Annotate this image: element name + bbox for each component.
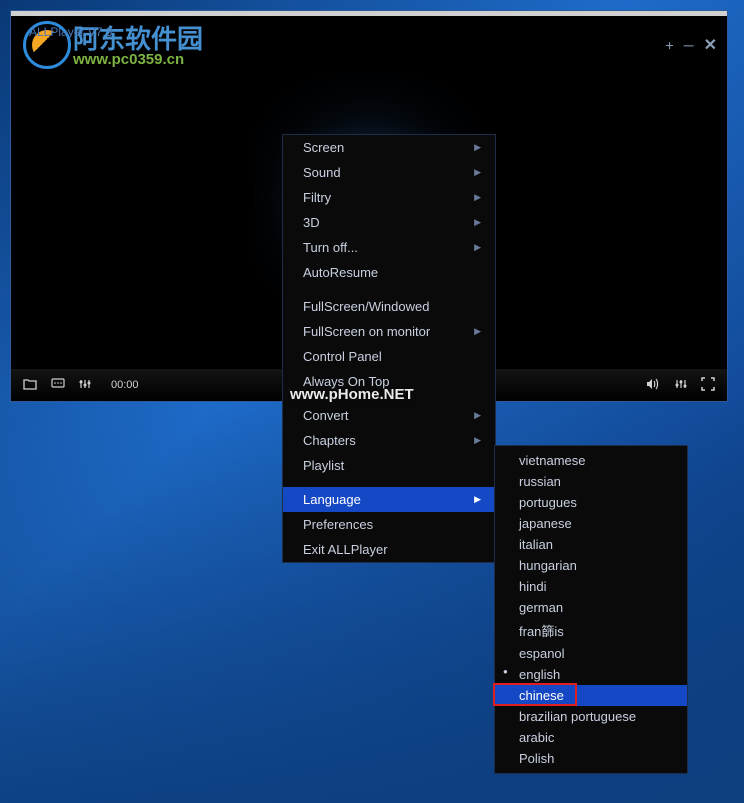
menu-item-chapters[interactable]: Chapters ▶ <box>283 428 495 453</box>
language-submenu[interactable]: vietnameserussianportuguesjapaneseitalia… <box>494 445 688 774</box>
close-button[interactable]: ✕ <box>704 35 717 55</box>
menu-item-label: Exit ALLPlayer <box>303 542 388 557</box>
context-menu[interactable]: Screen ▶ Sound ▶ Filtry ▶ 3D ▶ Turn off... ▶ AutoR… <box>282 134 496 563</box>
menu-item-fullscreen-on-monitor[interactable]: FullScreen on monitor ▶ <box>283 319 495 344</box>
menu-item-label: Chapters <box>303 433 356 448</box>
chevron-right-icon: ▶ <box>474 192 481 203</box>
watermark-site-url: www.pc0359.cn <box>73 51 184 68</box>
menu-item-label: 3D <box>303 215 320 230</box>
menu-item-label: Language <box>303 492 361 507</box>
menu-item-autoresume[interactable]: AutoResume <box>283 260 495 285</box>
menu-item-label: FullScreen/Windowed <box>303 299 429 314</box>
language-item-german[interactable]: german <box>495 597 687 618</box>
menu-item-label: Filtry <box>303 190 331 205</box>
chevron-right-icon: ▶ <box>474 142 481 153</box>
language-item-hindi[interactable]: hindi <box>495 576 687 597</box>
window-title: ALLPlayer V7.3 <box>29 25 112 39</box>
menu-item-screen[interactable]: Screen ▶ <box>283 135 495 160</box>
center-watermark: www.pHome.NET <box>290 386 414 403</box>
menu-item-3d[interactable]: 3D ▶ <box>283 210 495 235</box>
fullscreen-icon[interactable] <box>701 377 715 394</box>
menu-item-label: FullScreen on monitor <box>303 324 430 339</box>
menu-item-label: AutoResume <box>303 265 378 280</box>
language-item-espanol[interactable]: espanol <box>495 643 687 664</box>
title-bar <box>11 11 727 16</box>
chevron-right-icon: ▶ <box>474 242 481 253</box>
open-file-icon[interactable] <box>23 378 37 393</box>
language-item-russian[interactable]: russian <box>495 471 687 492</box>
menu-item-exit-allplayer[interactable]: Exit ALLPlayer <box>283 537 495 562</box>
menu-item-label: Screen <box>303 140 344 155</box>
language-item-italian[interactable]: italian <box>495 534 687 555</box>
chevron-right-icon: ▶ <box>474 435 481 446</box>
chevron-right-icon: ▶ <box>474 410 481 421</box>
language-item-vietnamese[interactable]: vietnamese <box>495 450 687 471</box>
language-item-chinese[interactable]: chinese <box>495 685 687 706</box>
language-item-english[interactable]: english <box>495 664 687 685</box>
language-item-fran-is[interactable]: fran篩is <box>495 618 687 643</box>
menu-item-label: Turn off... <box>303 240 358 255</box>
menu-item-label: Playlist <box>303 458 344 473</box>
menu-item-control-panel[interactable]: Control Panel <box>283 344 495 369</box>
chevron-right-icon: ▶ <box>474 217 481 228</box>
menu-item-label: Control Panel <box>303 349 382 364</box>
menu-item-turn-off-[interactable]: Turn off... ▶ <box>283 235 495 260</box>
minimize-button[interactable]: ─ <box>684 37 694 53</box>
menu-item-fullscreen-windowed[interactable]: FullScreen/Windowed <box>283 294 495 319</box>
chevron-right-icon: ▶ <box>474 326 481 337</box>
add-button[interactable]: + <box>665 37 673 53</box>
equalizer-icon[interactable] <box>79 378 91 393</box>
settings-slider-icon[interactable] <box>675 378 687 393</box>
menu-item-label: Sound <box>303 165 341 180</box>
menu-item-language[interactable]: Language ▶ <box>283 487 495 512</box>
subtitle-icon[interactable] <box>51 378 65 393</box>
volume-icon[interactable] <box>645 377 661 394</box>
chevron-right-icon: ▶ <box>474 494 481 505</box>
menu-item-filtry[interactable]: Filtry ▶ <box>283 185 495 210</box>
menu-separator <box>291 482 487 483</box>
language-item-japanese[interactable]: japanese <box>495 513 687 534</box>
menu-item-playlist[interactable]: Playlist <box>283 453 495 478</box>
menu-item-convert[interactable]: Convert ▶ <box>283 403 495 428</box>
menu-separator <box>291 289 487 290</box>
chevron-right-icon: ▶ <box>474 167 481 178</box>
language-item-arabic[interactable]: arabic <box>495 727 687 748</box>
language-item-portugues[interactable]: portugues <box>495 492 687 513</box>
menu-item-preferences[interactable]: Preferences <box>283 512 495 537</box>
language-item-hungarian[interactable]: hungarian <box>495 555 687 576</box>
time-display: 00:00 <box>111 379 139 391</box>
menu-item-sound[interactable]: Sound ▶ <box>283 160 495 185</box>
window-controls: + ─ ✕ <box>665 35 717 55</box>
language-item-brazilian-portuguese[interactable]: brazilian portuguese <box>495 706 687 727</box>
menu-item-label: Convert <box>303 408 349 423</box>
language-item-polish[interactable]: Polish <box>495 748 687 769</box>
menu-item-label: Preferences <box>303 517 373 532</box>
